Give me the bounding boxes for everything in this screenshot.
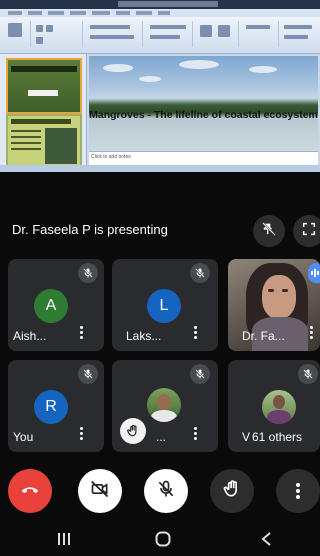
avatar bbox=[262, 390, 296, 424]
participant-tile-others[interactable]: V 61 others bbox=[228, 360, 320, 452]
mic-off-icon bbox=[78, 263, 98, 283]
more-vert-icon[interactable] bbox=[194, 427, 198, 441]
ppt-status-bar bbox=[0, 165, 320, 172]
pin-off-icon bbox=[261, 221, 277, 242]
back-icon[interactable] bbox=[260, 531, 272, 552]
slide-thumbnails[interactable] bbox=[0, 54, 87, 172]
audio-level-icon bbox=[308, 263, 320, 283]
participant-name: You bbox=[13, 430, 34, 444]
videocam-off-icon bbox=[90, 479, 110, 504]
unpin-button[interactable] bbox=[253, 215, 285, 247]
participant-tile-2[interactable]: L Laks... bbox=[112, 259, 218, 351]
more-vert-icon[interactable] bbox=[80, 326, 84, 340]
avatar: R bbox=[34, 390, 68, 424]
camera-toggle-button[interactable] bbox=[78, 469, 122, 513]
end-call-button[interactable] bbox=[8, 469, 52, 513]
others-count: 61 others bbox=[252, 430, 303, 444]
more-vert-icon[interactable] bbox=[310, 326, 314, 340]
current-slide: Mangroves - The lifeline of coastal ecos… bbox=[89, 56, 318, 150]
slide-thumbnail-1[interactable] bbox=[6, 58, 82, 114]
participant-name: Dr. Fa... bbox=[242, 329, 285, 343]
recents-icon[interactable] bbox=[56, 532, 72, 551]
ppt-title-bar bbox=[0, 0, 320, 9]
mic-off-icon bbox=[78, 364, 98, 384]
ppt-ribbon bbox=[0, 17, 320, 54]
participant-name: Aish... bbox=[13, 329, 47, 343]
notes-placeholder: Click to add notes bbox=[91, 154, 131, 160]
mic-toggle-button[interactable] bbox=[144, 469, 188, 513]
participant-tile-3[interactable]: Dr. Fa... bbox=[228, 259, 320, 351]
system-navigation-bar bbox=[0, 522, 320, 556]
mic-off-icon bbox=[190, 364, 210, 384]
hand-raise-icon bbox=[222, 479, 242, 504]
shared-screen: Mangroves - The lifeline of coastal ecos… bbox=[0, 0, 320, 172]
slide-thumbnail-2[interactable] bbox=[6, 114, 82, 170]
slide-title: Mangroves - The lifeline of coastal ecos… bbox=[89, 109, 318, 121]
avatar bbox=[147, 388, 181, 422]
mic-off-icon bbox=[190, 263, 210, 283]
participant-name: ... bbox=[156, 430, 167, 444]
more-vert-icon[interactable] bbox=[80, 427, 84, 441]
presenting-label: Dr. Faseela P is presenting bbox=[12, 222, 168, 237]
more-vert-icon bbox=[296, 482, 300, 500]
hand-raise-icon bbox=[120, 418, 146, 444]
fullscreen-icon bbox=[301, 221, 317, 242]
participant-tile-you[interactable]: R You bbox=[8, 360, 104, 452]
participant-name: V bbox=[242, 430, 251, 444]
home-icon[interactable] bbox=[155, 531, 171, 552]
participant-tile-5[interactable]: ... bbox=[112, 360, 218, 452]
mic-off-icon bbox=[298, 364, 318, 384]
avatar: L bbox=[147, 289, 181, 323]
participant-name: Laks... bbox=[126, 329, 162, 343]
more-vert-icon[interactable] bbox=[194, 326, 198, 340]
mic-off-icon bbox=[156, 479, 176, 504]
participant-tile-1[interactable]: A Aish... bbox=[8, 259, 104, 351]
fullscreen-button[interactable] bbox=[293, 215, 320, 247]
notes-pane[interactable]: Click to add notes bbox=[89, 151, 318, 166]
avatar: A bbox=[34, 289, 68, 323]
more-options-button[interactable] bbox=[276, 469, 320, 513]
call-end-icon bbox=[19, 478, 41, 505]
raise-hand-button[interactable] bbox=[210, 469, 254, 513]
